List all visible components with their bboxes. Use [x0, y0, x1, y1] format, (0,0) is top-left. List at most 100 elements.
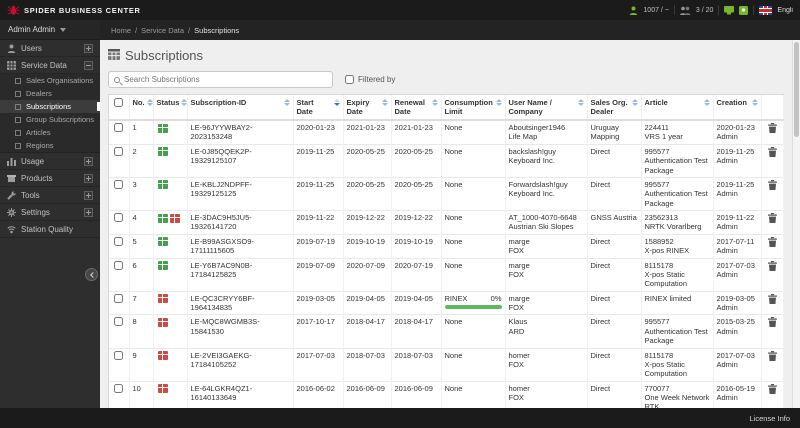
search-input[interactable] — [124, 75, 327, 84]
language-label[interactable]: Engli — [777, 7, 793, 14]
sidebar-item-settings[interactable]: Settings — [0, 204, 100, 221]
subscription-row[interactable]: 4 LE-3DAC9H5JU5-19326141720 2019-11-22 2019… — [109, 210, 784, 235]
sidebar-item-regions[interactable]: Regions — [0, 139, 100, 152]
sidebar-item-products[interactable]: Products — [0, 170, 100, 187]
sidebar-item-dealers[interactable]: Dealers — [0, 87, 100, 100]
sidebar-item-tools[interactable]: Tools — [0, 187, 100, 204]
subscription-row[interactable]: 9 LE-2VEI3GAEKG-17184105252 2017-07-03 2018… — [109, 347, 784, 382]
delete-icon[interactable] — [767, 293, 777, 304]
user-name-company: marge FOX — [505, 233, 588, 258]
status-cell — [153, 210, 188, 235]
creation: 2017-07-11 Admin — [713, 233, 762, 258]
status-active-icon — [157, 123, 168, 133]
collapse-icon[interactable] — [84, 60, 93, 70]
sidebar-item-usage[interactable]: Usage — [0, 153, 100, 170]
sidebar-item-articles[interactable]: Articles — [0, 126, 100, 139]
sidebar-item-label: Group Subscriptions — [26, 115, 94, 124]
row-checkbox[interactable] — [114, 260, 124, 270]
delete-icon[interactable] — [767, 146, 777, 157]
expand-icon[interactable] — [84, 207, 93, 217]
row-checkbox[interactable] — [114, 317, 124, 327]
subscription-row[interactable]: 10 LE-64LGKR4QZ1-16140133649 2016-06-02 201… — [109, 380, 784, 408]
status-active-icon — [157, 147, 168, 157]
row-number: 8 — [129, 314, 154, 348]
column-header-renewal-date[interactable]: Renewal Date — [391, 95, 442, 121]
row-checkbox[interactable] — [114, 350, 124, 360]
network-status-icon[interactable] — [724, 5, 735, 15]
sidebar: Admin Admin Users Service Data Sales Org… — [0, 20, 100, 408]
breadcrumb-home[interactable]: Home — [111, 26, 131, 35]
select-all-checkbox[interactable] — [114, 98, 124, 107]
row-checkbox[interactable] — [114, 123, 124, 132]
sidebar-item-group-subscriptions[interactable]: Group Subscriptions — [0, 113, 100, 126]
column-header-creation[interactable]: Creation — [713, 95, 762, 121]
delete-icon[interactable] — [767, 123, 777, 133]
subscription-row[interactable]: 7 LE-QC3CRYY6BF-1964134835 2019-03-05 2019-… — [109, 290, 784, 315]
user-name-company: Aboutsinger1946 Life Map — [505, 119, 588, 145]
subscription-row[interactable]: 2 LE-0J85QQEK2P-19329125107 2019-11-25 2020… — [109, 143, 784, 178]
expand-icon[interactable] — [84, 43, 93, 53]
sidebar-item-station-quality[interactable]: Station Quality — [0, 221, 100, 238]
sales-org-dealer: Direct — [587, 314, 642, 348]
breadcrumb-service-data[interactable]: Service Data — [141, 26, 184, 35]
license-info-link[interactable]: License Info — [750, 414, 790, 423]
status-cell — [153, 143, 188, 178]
delete-icon[interactable] — [767, 213, 777, 223]
column-header-no[interactable]: No. — [129, 95, 154, 121]
brand[interactable]: Spider Business Center — [7, 4, 141, 16]
scrollbar-thumb[interactable] — [794, 42, 799, 137]
divider — [673, 5, 675, 15]
column-header-user-name-company[interactable]: User Name / Company — [505, 95, 588, 121]
filtered-by-checkbox[interactable] — [345, 75, 354, 84]
subscription-row[interactable]: 3 LE-KBLJ2NDPFF-19329125125 2019-11-25 2020… — [109, 176, 784, 211]
renewal-date: 2018-04-17 — [391, 314, 442, 348]
consumption-limit: None — [441, 257, 506, 292]
subscription-row[interactable]: 6 LE-Y6B7AC9N0B-17184125825 2019-07-09 2020… — [109, 257, 784, 292]
row-checkbox[interactable] — [114, 383, 124, 393]
station-status-icon[interactable] — [739, 5, 749, 15]
user-menu[interactable]: Admin Admin — [0, 20, 100, 40]
sidebar-item-sales-organisations[interactable]: Sales Organisations — [0, 74, 100, 87]
delete-icon[interactable] — [767, 260, 777, 271]
usage-icon — [7, 157, 16, 166]
status-active-icon — [157, 237, 168, 247]
delete-icon[interactable] — [767, 350, 777, 361]
row-checkbox[interactable] — [114, 236, 124, 246]
column-header-consumption-limit[interactable]: Consumption Limit — [441, 95, 506, 121]
subscription-row[interactable]: 8 LE-MQC8WGMB3S-15841530 2017-10-17 2018-04… — [109, 314, 784, 348]
delete-icon[interactable] — [767, 317, 777, 328]
sidebar-item-subscriptions[interactable]: Subscriptions — [0, 100, 100, 113]
sidebar-item-users[interactable]: Users — [0, 40, 100, 57]
group-subscriptions-icon — [15, 116, 21, 123]
delete-icon[interactable] — [767, 383, 777, 394]
delete-icon[interactable] — [767, 179, 777, 190]
user-name-company: backslash!guy Keyboard Inc. — [505, 143, 588, 178]
column-header-start-date[interactable]: Start Date — [293, 95, 344, 121]
row-checkbox[interactable] — [114, 146, 124, 156]
column-header-status[interactable]: Status — [153, 95, 188, 121]
sidebar-nav: Users Service Data Sales Organisations D… — [0, 40, 100, 238]
status-cell — [153, 257, 188, 292]
breadcrumb-separator: / — [135, 25, 138, 35]
expand-icon[interactable] — [84, 190, 93, 200]
sidebar-item-service-data[interactable]: Service Data — [0, 57, 100, 74]
row-checkbox[interactable] — [114, 213, 124, 222]
column-header-subscription-id[interactable]: Subscription-ID — [187, 95, 294, 121]
subscription-row[interactable]: 1 LE-96JYYWBAY2-2023153248 2020-01-23 2021-… — [109, 119, 784, 145]
row-checkbox[interactable] — [114, 179, 124, 189]
subscriptions-table-body: 1 LE-96JYYWBAY2-2023153248 2020-01-23 2021-… — [109, 119, 784, 408]
column-header-article[interactable]: Article — [641, 95, 714, 121]
expand-icon[interactable] — [84, 173, 93, 183]
search-box — [108, 71, 333, 88]
column-header-expiry-date[interactable]: Expiry Date — [343, 95, 392, 121]
delete-icon[interactable] — [767, 236, 777, 247]
column-header-sales-org-dealer[interactable]: Sales Org. Dealer — [587, 95, 642, 121]
expand-icon[interactable] — [84, 156, 93, 166]
subscription-id: LE-MQC8WGMB3S-15841530 — [187, 314, 294, 348]
language-flag-icon[interactable] — [759, 5, 773, 15]
row-checkbox[interactable] — [114, 293, 124, 303]
scrollbar[interactable] — [792, 40, 800, 408]
sidebar-collapse-button[interactable] — [85, 268, 98, 281]
subscription-row[interactable]: 5 LE-B99ASGXSO9-17111115605 2019-07-19 2019… — [109, 233, 784, 258]
signal-icon — [7, 225, 16, 234]
